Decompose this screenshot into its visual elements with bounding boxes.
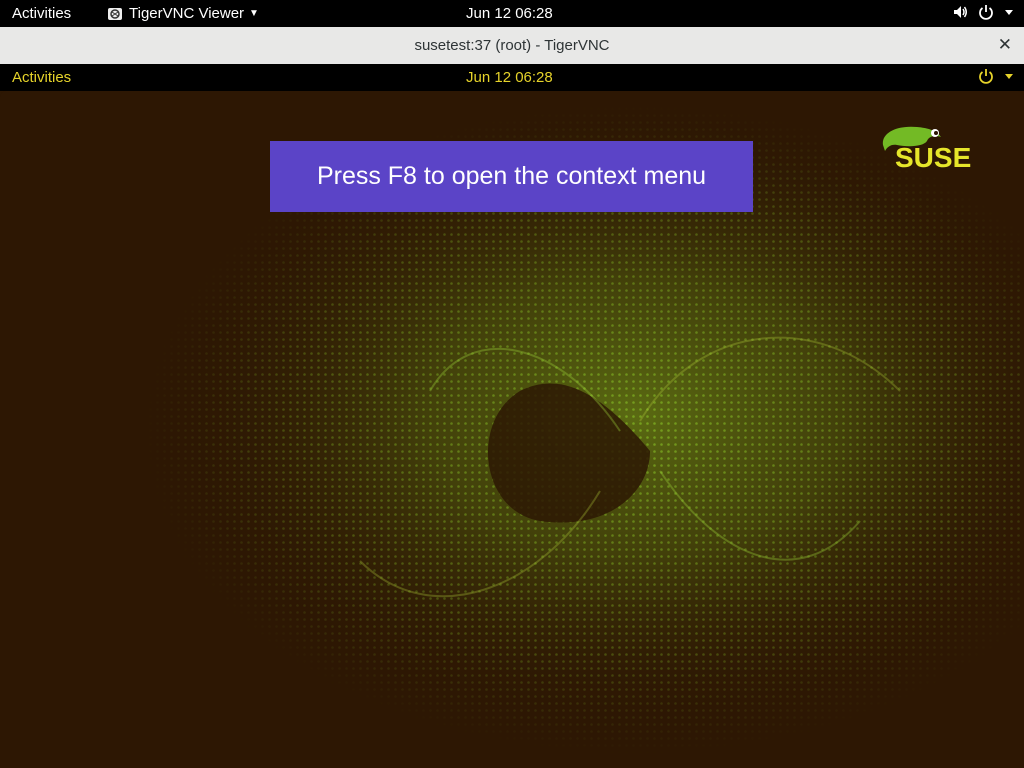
- remote-activities-button[interactable]: Activities: [12, 69, 71, 86]
- app-menu[interactable]: TigerVNC Viewer ▼: [107, 5, 259, 22]
- clock[interactable]: Jun 12 06:28: [466, 5, 553, 22]
- suse-logo: SUSE: [882, 126, 971, 173]
- system-tray[interactable]: [952, 4, 1014, 20]
- vnc-viewport[interactable]: Activities Jun 12 06:28 SUSE Press F8 to…: [0, 64, 1024, 768]
- app-menu-label: TigerVNC Viewer: [129, 5, 245, 22]
- window-title: susetest:37 (root) - TigerVNC: [414, 37, 610, 54]
- activities-button[interactable]: Activities: [12, 5, 71, 22]
- remote-clock[interactable]: Jun 12 06:28: [466, 69, 553, 86]
- window-titlebar[interactable]: susetest:37 (root) - TigerVNC ✕: [0, 27, 1024, 65]
- tigervnc-icon: [108, 7, 122, 20]
- context-menu-hint-banner: Press F8 to open the context menu: [270, 141, 753, 212]
- chevron-down-icon: ▼: [249, 8, 259, 19]
- close-button[interactable]: ✕: [998, 35, 1012, 55]
- chevron-down-icon: [1005, 10, 1013, 15]
- power-icon: [979, 69, 993, 84]
- volume-icon: [954, 6, 967, 18]
- chevron-down-icon: [1005, 74, 1013, 79]
- remote-system-tray[interactable]: [978, 68, 1014, 84]
- power-icon: [979, 5, 993, 20]
- host-top-bar: Activities TigerVNC Viewer ▼ Jun 12 06:2…: [0, 0, 1024, 27]
- remote-desktop[interactable]: SUSE Press F8 to open the context menu: [0, 91, 1024, 768]
- remote-top-bar: Activities Jun 12 06:28: [0, 64, 1024, 91]
- svg-text:SUSE: SUSE: [895, 142, 971, 173]
